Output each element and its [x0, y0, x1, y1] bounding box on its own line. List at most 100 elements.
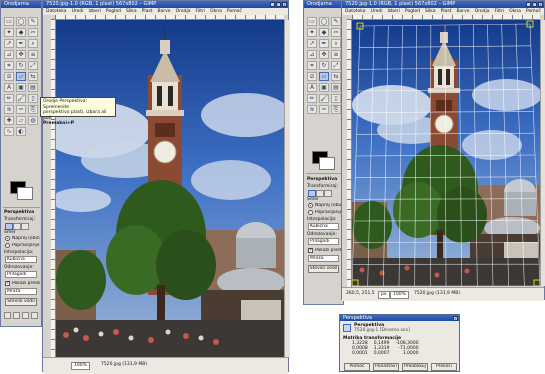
right-direction-forward-radio[interactable]: [308, 203, 313, 208]
clone-tool-icon[interactable]: ⎘: [331, 105, 341, 114]
right-menu-plast[interactable]: Plast: [441, 8, 452, 15]
perspective-tool-icon[interactable]: ▱: [16, 72, 26, 81]
maximize-icon[interactable]: □: [276, 2, 281, 7]
flip-tool-icon[interactable]: ⇆: [28, 72, 38, 81]
perspective-clone-tool-icon[interactable]: ▱: [16, 116, 26, 125]
right-zoom-select[interactable]: 100%: [390, 291, 409, 299]
maximize-icon[interactable]: □: [532, 2, 537, 7]
crop-tool-icon[interactable]: ⌗: [4, 61, 14, 70]
delete-options-icon[interactable]: [22, 312, 29, 319]
right-image-titlebar[interactable]: 7520.jpg-1.0 (RGB, 1 plast) 567x802 – GI…: [342, 1, 544, 8]
smudge-tool-icon[interactable]: ∿: [4, 127, 14, 136]
zoom-tool-icon[interactable]: ⌕: [28, 39, 38, 48]
left-menu-pogled[interactable]: Pogled: [106, 8, 121, 15]
left-menu-barve[interactable]: Barve: [157, 8, 170, 15]
left-zoom-select[interactable]: 100%: [71, 362, 90, 370]
ellipse-select-tool-icon[interactable]: ◯: [16, 17, 26, 26]
shear-tool-icon[interactable]: ⧄: [307, 72, 317, 81]
scale-tool-icon[interactable]: ⤢: [28, 61, 38, 70]
right-menu-filtri[interactable]: Filtri: [495, 8, 505, 15]
blur-tool-icon[interactable]: ◍: [28, 116, 38, 125]
reset-button[interactable]: Ponastavi: [373, 363, 399, 371]
measure-tool-icon[interactable]: ⊿: [307, 50, 317, 59]
right-menu-pogled[interactable]: Pogled: [405, 8, 420, 15]
minimize-icon[interactable]: _: [270, 2, 275, 7]
left-transform-path-icon[interactable]: [21, 223, 29, 230]
fuzzy-select-tool-icon[interactable]: ✦: [4, 28, 14, 37]
color-picker-tool-icon[interactable]: ✒: [319, 39, 329, 48]
left-transform-selection-icon[interactable]: [13, 223, 21, 230]
paintbrush-tool-icon[interactable]: 🖌: [319, 94, 329, 103]
left-preview-checkbox[interactable]: ✓: [5, 281, 10, 286]
right-menu-datoteka[interactable]: Datoteka: [345, 8, 366, 15]
free-select-tool-icon[interactable]: ✎: [28, 17, 38, 26]
left-bg-color-swatch[interactable]: [17, 187, 33, 200]
left-menu-okna[interactable]: Okna: [210, 8, 222, 15]
right-menu-orodja[interactable]: Orodja: [475, 8, 490, 15]
right-menu-barve[interactable]: Barve: [456, 8, 469, 15]
dodge-tool-icon[interactable]: ◐: [16, 127, 26, 136]
right-bg-color-swatch[interactable]: [319, 157, 335, 170]
text-tool-icon[interactable]: A: [4, 83, 14, 92]
pencil-tool-icon[interactable]: ✏: [4, 94, 14, 103]
color-picker-tool-icon[interactable]: ✒: [16, 39, 26, 48]
eraser-tool-icon[interactable]: ▯: [331, 94, 341, 103]
save-options-icon[interactable]: [4, 312, 11, 319]
perspective-dialog-titlebar[interactable]: Perspektiva x: [340, 315, 459, 321]
right-menu-izberi[interactable]: Izberi: [387, 8, 399, 15]
rotate-tool-icon[interactable]: ↻: [16, 61, 26, 70]
left-menu-plast[interactable]: Plast: [142, 8, 153, 15]
ink-tool-icon[interactable]: ✑: [319, 105, 329, 114]
minimize-icon[interactable]: _: [526, 2, 531, 7]
align-tool-icon[interactable]: ≡: [28, 50, 38, 59]
bucket-fill-tool-icon[interactable]: ▣: [319, 83, 329, 92]
left-grid-count-button[interactable]: Število vodil: [5, 298, 37, 306]
paths-tool-icon[interactable]: ↗: [4, 39, 14, 48]
transform-corner-handle[interactable]: [352, 280, 358, 286]
close-icon[interactable]: x: [453, 316, 458, 321]
left-direction-forward-radio[interactable]: [5, 236, 10, 241]
rect-select-tool-icon[interactable]: ▭: [307, 17, 317, 26]
cancel-button[interactable]: Prekliči: [431, 363, 457, 371]
zoom-tool-icon[interactable]: ⌕: [331, 39, 341, 48]
pencil-tool-icon[interactable]: ✏: [307, 94, 317, 103]
move-tool-icon[interactable]: ✥: [319, 50, 329, 59]
left-menu-filtri[interactable]: Filtri: [196, 8, 206, 15]
rect-select-tool-icon[interactable]: ▭: [4, 17, 14, 26]
left-menu-datoteka[interactable]: Datoteka: [46, 8, 67, 15]
right-unit-select[interactable]: px: [378, 291, 390, 299]
right-menu-pomoc[interactable]: Pomoč: [526, 8, 541, 15]
text-tool-icon[interactable]: A: [307, 83, 317, 92]
left-menu-pomoc[interactable]: Pomoč: [227, 8, 242, 15]
move-tool-icon[interactable]: ✥: [16, 50, 26, 59]
left-menu-uredi[interactable]: Uredi: [72, 8, 84, 15]
eraser-tool-icon[interactable]: ▯: [28, 94, 38, 103]
heal-tool-icon[interactable]: ✚: [4, 116, 14, 125]
paintbrush-tool-icon[interactable]: 🖌: [16, 94, 26, 103]
right-vertical-scrollbar[interactable]: [540, 20, 545, 286]
right-toolbox-titlebar[interactable]: Orodjarna: [304, 1, 343, 8]
help-button[interactable]: Pomoč: [344, 363, 370, 371]
left-interpolation-select[interactable]: Kubična: [5, 256, 37, 263]
clone-tool-icon[interactable]: ⎘: [28, 105, 38, 114]
scissors-tool-icon[interactable]: ✂: [331, 28, 341, 37]
right-preview-mode-select[interactable]: Mreža: [308, 255, 339, 262]
rotate-tool-icon[interactable]: ↻: [319, 61, 329, 70]
transform-button[interactable]: Preoblikuj: [402, 363, 428, 371]
shear-tool-icon[interactable]: ⧄: [4, 72, 14, 81]
blend-tool-icon[interactable]: ▤: [28, 83, 38, 92]
flip-tool-icon[interactable]: ⇆: [331, 72, 341, 81]
left-direction-backward-radio[interactable]: [5, 243, 10, 248]
right-clipping-select[interactable]: Prilagodi: [308, 238, 339, 245]
close-icon[interactable]: x: [538, 2, 543, 7]
color-select-tool-icon[interactable]: ◆: [16, 28, 26, 37]
left-toolbox-titlebar[interactable]: Orodjarna: [1, 1, 41, 8]
right-interpolation-select[interactable]: Kubična: [308, 223, 339, 230]
right-transform-selection-icon[interactable]: [316, 190, 324, 197]
fuzzy-select-tool-icon[interactable]: ✦: [307, 28, 317, 37]
left-menu-izberi[interactable]: Izberi: [88, 8, 100, 15]
left-vertical-scrollbar[interactable]: [284, 20, 290, 357]
ellipse-select-tool-icon[interactable]: ◯: [319, 17, 329, 26]
right-menu-slika[interactable]: Slika: [425, 8, 436, 15]
right-image-canvas[interactable]: [352, 20, 540, 286]
